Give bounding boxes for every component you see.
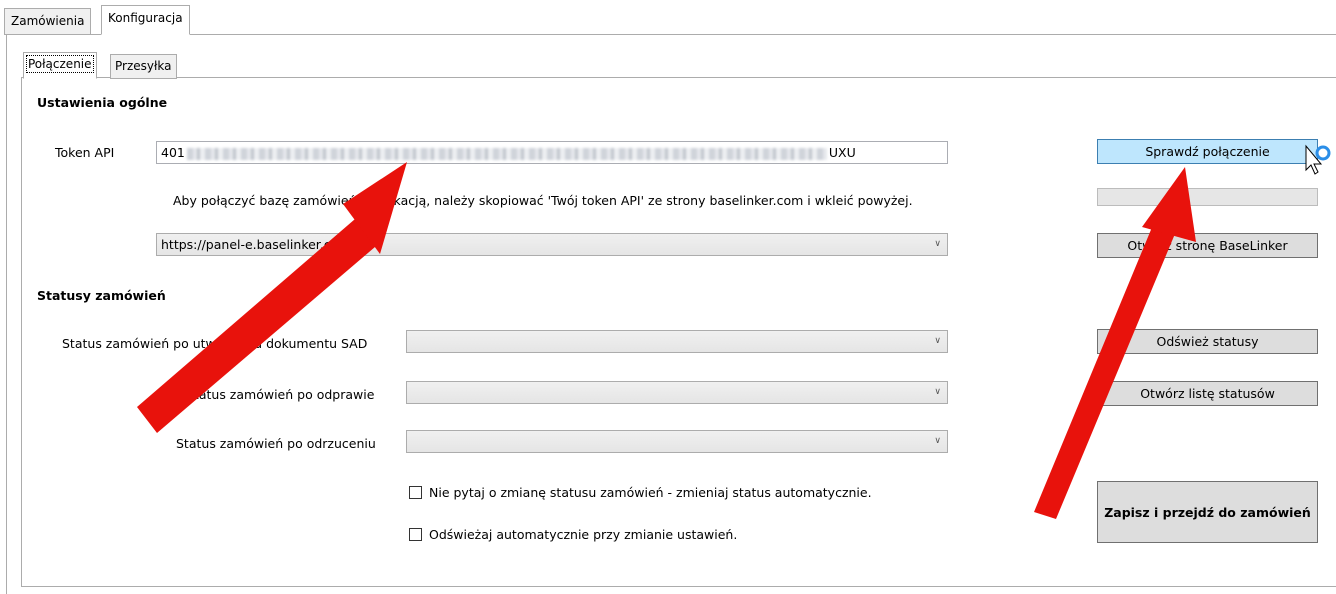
tab-connection[interactable]: Połączenie	[23, 52, 97, 79]
tab-configuration-label: Konfiguracja	[108, 11, 183, 25]
auto-refresh-checkbox[interactable]: Odświeżaj automatycznie przy zmianie ust…	[409, 527, 737, 542]
token-prefix: 401	[161, 145, 185, 160]
sad-status-label: Status zamówień po utworzeniu dokumentu …	[62, 336, 368, 351]
check-connection-button[interactable]: Sprawdź połączenie	[1097, 139, 1318, 164]
chevron-down-icon: ∨	[934, 436, 941, 446]
panel-url-select[interactable]: https://panel-e.baselinker.com ∨	[156, 233, 948, 256]
token-redacted	[186, 147, 827, 160]
tab-configuration[interactable]: Konfiguracja	[101, 5, 190, 35]
token-hint: Aby połączyć bazę zamówień z aplikacją, …	[173, 193, 913, 208]
rejection-status-label: Status zamówień po odrzuceniu	[176, 436, 376, 451]
sad-status-select[interactable]: ∨	[406, 330, 948, 353]
panel-url-value: https://panel-e.baselinker.com	[161, 237, 351, 252]
auto-status-label: Nie pytaj o zmianę statusu zamówień - zm…	[429, 485, 872, 500]
tab-shipment-label: Przesyłka	[115, 59, 172, 73]
open-baselinker-button[interactable]: Otwórz stronę BaseLinker	[1097, 233, 1318, 258]
refresh-statuses-button[interactable]: Odśwież statusy	[1097, 329, 1318, 354]
checkbox-box[interactable]	[409, 528, 422, 541]
token-suffix: UXU	[828, 145, 856, 160]
token-input[interactable]: 401 UXU	[156, 141, 948, 164]
rejection-status-select[interactable]: ∨	[406, 430, 948, 453]
tab-orders-label: Zamówienia	[11, 14, 85, 28]
clearance-status-label: Status zamówień po odprawie	[186, 387, 375, 402]
tab-shipment[interactable]: Przesyłka	[110, 54, 177, 79]
clearance-status-select[interactable]: ∨	[406, 381, 948, 404]
chevron-down-icon: ∨	[934, 239, 941, 249]
connection-progress-bar	[1097, 188, 1318, 206]
save-and-go-button[interactable]: Zapisz i przejdź do zamówień	[1097, 481, 1318, 543]
auto-refresh-label: Odświeżaj automatycznie przy zmianie ust…	[429, 527, 738, 542]
checkbox-box[interactable]	[409, 486, 422, 499]
auto-status-checkbox[interactable]: Nie pytaj o zmianę statusu zamówień - zm…	[409, 485, 872, 500]
section-general-title: Ustawienia ogólne	[37, 95, 168, 110]
tab-orders[interactable]: Zamówienia	[4, 8, 92, 35]
open-status-list-button[interactable]: Otwórz listę statusów	[1097, 381, 1318, 406]
token-label: Token API	[55, 145, 115, 160]
chevron-down-icon: ∨	[934, 387, 941, 397]
tab-connection-label: Połączenie	[26, 55, 94, 73]
chevron-down-icon: ∨	[934, 336, 941, 346]
section-statuses-title: Statusy zamówień	[37, 288, 166, 303]
